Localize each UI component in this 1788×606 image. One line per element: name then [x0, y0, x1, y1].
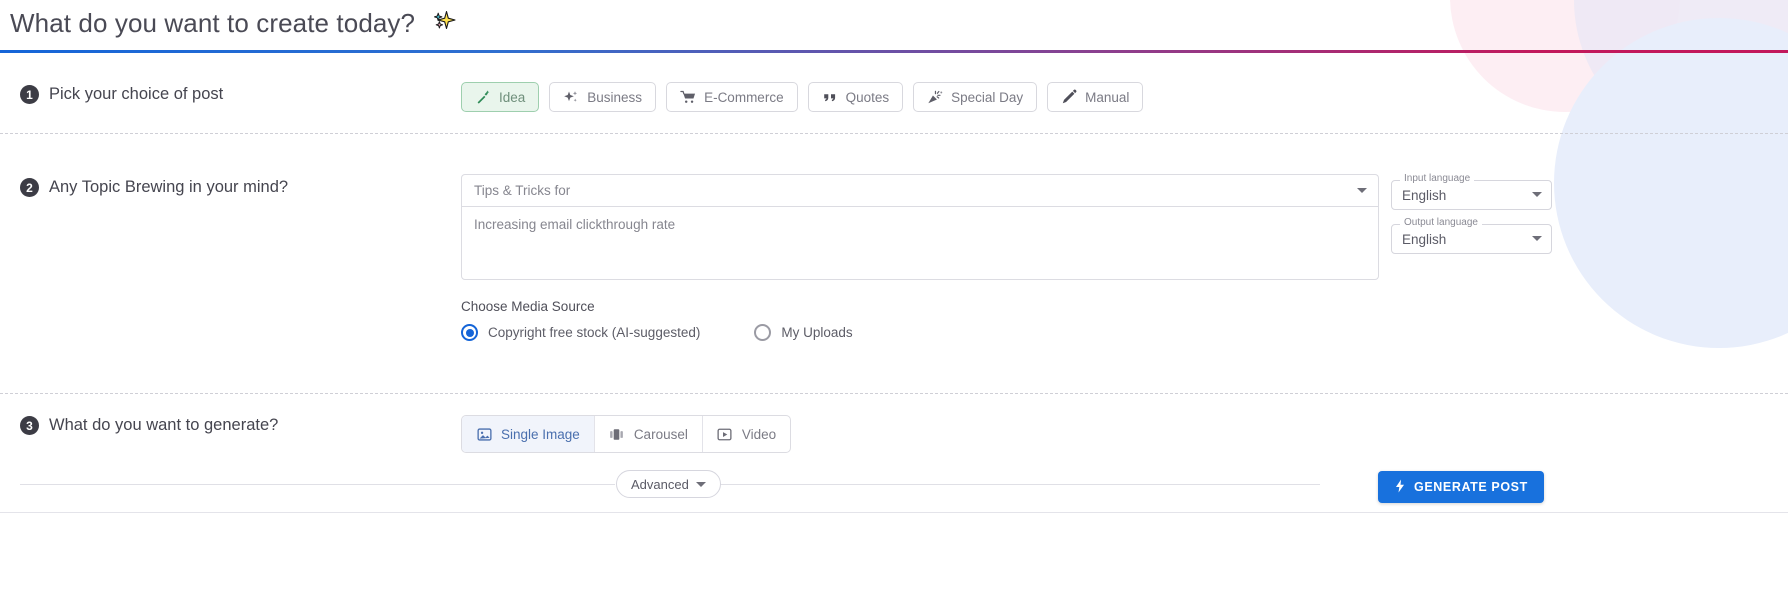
step-1-badge: 1 — [20, 85, 39, 104]
play-box-icon — [717, 426, 733, 442]
generate-type-carousel-label: Carousel — [633, 426, 688, 442]
decorative-circle-blue — [1554, 18, 1788, 348]
media-source-option-uploads[interactable]: My Uploads — [754, 324, 853, 341]
radio-uploads-indicator — [754, 324, 772, 341]
generate-post-button[interactable]: GENERATE POST — [1378, 471, 1544, 503]
post-choice-idea[interactable]: Idea — [461, 82, 540, 112]
shopping-cart-icon — [680, 89, 696, 105]
advanced-toggle-label: Advanced — [631, 476, 689, 492]
chevron-down-icon — [1532, 192, 1542, 197]
step-2-text: Any Topic Brewing in your mind? — [49, 178, 289, 196]
input-language-legend: Input language — [1400, 173, 1475, 184]
bolt-icon — [1394, 479, 1406, 496]
carousel-icon — [609, 426, 625, 442]
media-source-option-uploads-label: My Uploads — [781, 325, 853, 340]
step-2-badge: 2 — [20, 178, 39, 197]
generate-type-carousel[interactable]: Carousel — [595, 416, 703, 452]
page-title: What do you want to create today? — [10, 8, 456, 42]
input-language-select[interactable]: Input language English — [1391, 173, 1552, 210]
step-1-label: 1 Pick your choice of post — [20, 85, 223, 104]
post-choice-business-label: Business — [587, 89, 643, 105]
header-gradient-divider — [0, 50, 1788, 53]
post-choice-idea-label: Idea — [499, 89, 526, 105]
step-1-text: Pick your choice of post — [49, 85, 224, 103]
image-icon — [476, 426, 492, 442]
advanced-divider-left — [20, 484, 615, 485]
media-source-option-stock-label: Copyright free stock (AI-suggested) — [488, 325, 701, 340]
output-language-value: English — [1402, 231, 1447, 247]
input-language-value: English — [1402, 187, 1447, 203]
output-language-legend: Output language — [1400, 217, 1482, 228]
party-popper-icon — [927, 89, 943, 105]
radio-stock-indicator — [461, 324, 478, 341]
topic-field-group: Tips & Tricks for Increasing email click… — [461, 174, 1379, 280]
page-header: What do you want to create today? — [0, 0, 1788, 53]
language-select-group: Input language English Output language E… — [1391, 173, 1552, 268]
pencil-icon — [1061, 89, 1077, 105]
advanced-toggle-button[interactable]: Advanced — [616, 470, 721, 498]
divider-after-step-2 — [0, 393, 1788, 394]
generate-type-single-image-label: Single Image — [501, 426, 580, 442]
generate-type-video-label: Video — [741, 426, 777, 442]
topic-textarea-value: Increasing email clickthrough rate — [474, 217, 676, 232]
post-choice-special-day[interactable]: Special Day — [913, 82, 1038, 112]
post-choice-ecommerce[interactable]: E-Commerce — [666, 82, 798, 112]
media-source-option-stock[interactable]: Copyright free stock (AI-suggested) — [461, 324, 700, 341]
create-post-page: What do you want to create today? 1 Pick… — [0, 0, 1788, 606]
sparkles-icon — [430, 9, 456, 42]
post-choice-special-day-label: Special Day — [951, 89, 1024, 105]
chevron-down-icon — [1532, 236, 1542, 241]
generate-type-video[interactable]: Video — [703, 416, 790, 452]
media-source-title: Choose Media Source — [461, 299, 595, 314]
divider-after-step-1 — [0, 133, 1788, 134]
post-choice-manual[interactable]: Manual — [1047, 82, 1144, 112]
topic-textarea[interactable]: Increasing email clickthrough rate — [461, 206, 1379, 280]
page-title-text: What do you want to create today? — [10, 8, 416, 38]
post-choice-manual-label: Manual — [1085, 89, 1130, 105]
post-choice-business[interactable]: Business — [549, 82, 657, 112]
generate-post-label: GENERATE POST — [1414, 480, 1528, 494]
post-choice-quotes[interactable]: Quotes — [807, 82, 904, 112]
post-choice-chip-group: Idea Business E-Commerce Quotes Special … — [461, 82, 1144, 112]
generate-type-single-image[interactable]: Single Image — [462, 416, 595, 452]
output-language-select[interactable]: Output language English — [1391, 217, 1552, 254]
advanced-divider-right — [707, 484, 1320, 485]
post-choice-ecommerce-label: E-Commerce — [704, 89, 784, 105]
chevron-down-icon — [695, 481, 706, 487]
step-3-label: 3 What do you want to generate? — [20, 416, 278, 435]
step-2-label: 2 Any Topic Brewing in your mind? — [20, 178, 288, 197]
media-source-radio-group: Copyright free stock (AI-suggested) My U… — [461, 324, 853, 341]
topic-template-select[interactable]: Tips & Tricks for — [461, 174, 1379, 206]
step-3-text: What do you want to generate? — [49, 416, 279, 434]
sparkle-icon — [563, 89, 579, 105]
post-choice-quotes-label: Quotes — [845, 89, 890, 105]
bottom-divider — [0, 512, 1788, 513]
generate-type-segmented-control: Single Image Carousel Video — [461, 415, 792, 453]
chevron-down-icon — [1357, 188, 1367, 193]
topic-template-value: Tips & Tricks for — [474, 183, 571, 198]
quote-marks-icon — [822, 89, 838, 105]
step-3-badge: 3 — [20, 416, 39, 435]
magic-wand-icon — [475, 89, 491, 105]
